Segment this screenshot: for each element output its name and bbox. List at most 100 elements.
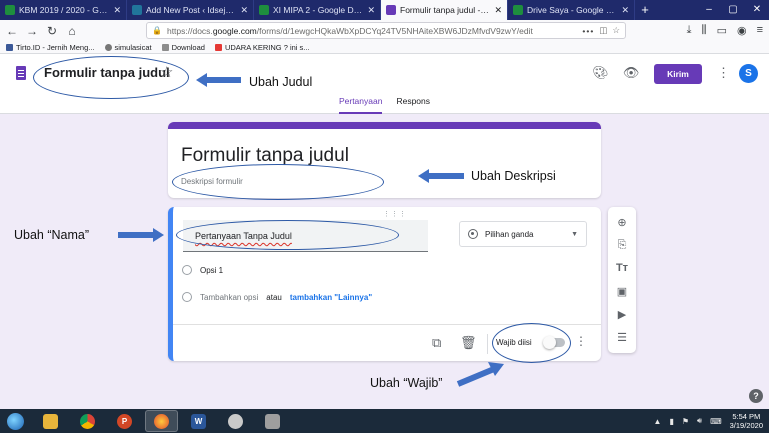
trash-icon[interactable]: 🗑︎ <box>460 335 477 351</box>
close-icon[interactable]: ✕ <box>494 5 502 16</box>
taskbar-firefox[interactable] <box>145 410 178 432</box>
close-icon[interactable]: ✕ <box>367 5 375 16</box>
question-type-dropdown[interactable]: Pilihan ganda ▼ <box>459 221 587 247</box>
keyboard-icon[interactable]: ⌨ <box>710 417 722 426</box>
caret-down-icon: ▼ <box>571 230 578 238</box>
download-icon[interactable]: ⤓ <box>687 24 692 37</box>
or-label: atau <box>266 292 282 302</box>
annotation-description: Ubah Deskripsi <box>471 169 556 183</box>
close-icon[interactable]: ✕ <box>621 5 629 16</box>
clock[interactable]: 5:54 PM 3/19/2020 <box>730 412 763 430</box>
tray-expand-icon[interactable]: ▲ <box>654 417 662 426</box>
account-icon[interactable]: ◉ <box>737 24 747 37</box>
menu-icon[interactable]: ≡ <box>757 24 763 37</box>
tab-title: Drive Saya - Google Drive <box>527 5 618 15</box>
browser-tab-strip: KBM 2019 / 2020 - Google Drive ✕ Add New… <box>0 0 769 20</box>
browser-tab-active[interactable]: Formulir tanpa judul - Google ✕ <box>381 0 508 20</box>
window-close-icon[interactable]: ✕ <box>745 0 769 20</box>
browser-tab[interactable]: KBM 2019 / 2020 - Google Drive ✕ <box>0 0 127 20</box>
flag-icon[interactable]: ⚑ <box>682 417 689 426</box>
browser-tab[interactable]: XI MIPA 2 - Google Drive ✕ <box>254 0 381 20</box>
bookmark-item[interactable]: UDARA KERING ? ini s... <box>214 42 310 52</box>
more-vert-icon[interactable]: ⋮ <box>717 65 730 81</box>
clock-time: 5:54 PM <box>732 412 761 421</box>
url-domain: google.com <box>212 25 257 36</box>
close-icon[interactable]: ✕ <box>113 5 121 16</box>
paint-icon <box>228 413 243 429</box>
globe-icon <box>104 43 112 51</box>
bookmarks-bar: Tirto.ID - Jernih Meng... simulasicat Do… <box>0 41 769 54</box>
minimize-icon[interactable]: – <box>697 0 721 20</box>
annotation-arrow-description <box>418 169 464 183</box>
tab-questions[interactable]: Pertanyaan <box>338 96 383 114</box>
network-icon[interactable]: ▮ <box>669 417 673 426</box>
annotation-arrow-title <box>196 73 241 87</box>
avatar[interactable]: S <box>739 64 758 83</box>
add-question-icon[interactable]: ⊕ <box>617 216 626 229</box>
taskbar-explorer[interactable] <box>34 410 67 432</box>
new-tab-button[interactable]: + <box>635 0 655 20</box>
back-icon[interactable]: ← <box>6 24 18 38</box>
url-prefix: https://docs. <box>166 25 213 36</box>
duplicate-icon[interactable]: ⧉ <box>432 335 441 351</box>
page-actions-icon[interactable]: ••• <box>582 26 594 36</box>
send-button[interactable]: Kirim <box>654 64 702 84</box>
bookmark-label: Download <box>171 42 205 52</box>
bookmark-item[interactable]: Tirto.ID - Jernih Meng... <box>6 43 95 52</box>
bookmark-label: simulasicat <box>114 42 152 52</box>
browser-tab[interactable]: Add New Post ‹ Idsejarah / Post ✕ <box>127 0 254 20</box>
option-label[interactable]: Opsi 1 <box>200 266 223 275</box>
annotation-arrow-name <box>118 228 164 242</box>
tab-title: XI MIPA 2 - Google Drive <box>273 5 364 15</box>
add-other-link[interactable]: tambahkan "Lainnya" <box>290 293 372 302</box>
home-icon[interactable]: ⌂ <box>66 24 78 38</box>
divider <box>487 334 488 354</box>
taskbar-chrome[interactable] <box>71 410 104 432</box>
browser-tab[interactable]: Drive Saya - Google Drive ✕ <box>508 0 635 20</box>
side-toolbar: ⊕ ⎘ Tт ▣ ▶ ☰ <box>608 207 636 353</box>
add-option-row: Tambahkan opsi atau tambahkan "Lainnya" <box>182 292 372 302</box>
annotation-title: Ubah Judul <box>249 75 313 89</box>
library-icon[interactable]: ⫼ <box>702 24 707 37</box>
annotation-ellipse-title <box>33 56 189 99</box>
drag-handle-icon[interactable]: ⋮⋮⋮ <box>383 210 407 218</box>
browser-toolbar: ← → ↻ ⌂ 🔒 https://docs.google.com/forms/… <box>0 20 769 41</box>
tab-title: Formulir tanpa judul - Google <box>400 5 490 15</box>
palette-icon[interactable]: 🎨︎ <box>592 65 609 81</box>
add-video-icon[interactable]: ▶ <box>618 308 626 321</box>
taskbar-powerpoint[interactable]: P <box>108 410 141 432</box>
add-option-link[interactable]: Tambahkan opsi <box>200 293 258 302</box>
annotation-ellipse-description <box>172 164 384 200</box>
radio-checked-icon <box>468 229 478 239</box>
taskbar-paint[interactable] <box>219 410 252 432</box>
preview-eye-icon[interactable]: 👁︎ <box>623 65 640 81</box>
arrow-shaft <box>118 232 154 238</box>
add-image-icon[interactable]: ▣ <box>617 285 627 298</box>
help-icon[interactable]: ? <box>749 389 763 403</box>
option-row: Opsi 1 <box>182 265 223 275</box>
forward-icon[interactable]: → <box>26 24 38 38</box>
tab-responses[interactable]: Respons <box>396 96 430 114</box>
add-title-icon[interactable]: Tт <box>616 262 628 274</box>
more-vert-icon[interactable]: ⋮ <box>575 334 587 348</box>
forms-logo-icon[interactable] <box>16 66 26 80</box>
taskbar-word[interactable]: W <box>182 410 215 432</box>
close-icon[interactable]: ✕ <box>240 5 248 16</box>
powerpoint-icon: P <box>117 413 132 429</box>
maximize-icon[interactable]: ▢ <box>721 0 745 20</box>
sidebar-icon[interactable]: ▭ <box>717 24 727 37</box>
start-button[interactable] <box>0 409 30 433</box>
add-section-icon[interactable]: ☰ <box>617 331 627 344</box>
taskbar-misc[interactable] <box>256 410 289 432</box>
bookmark-favicon <box>6 43 13 51</box>
reload-icon[interactable]: ↻ <box>46 24 58 38</box>
bookmark-item[interactable]: simulasicat <box>104 42 152 52</box>
bookmark-item[interactable]: Download <box>161 42 205 52</box>
import-questions-icon[interactable]: ⎘ <box>618 239 627 252</box>
bookmark-star-icon[interactable]: ☆ <box>612 25 620 36</box>
volume-icon[interactable]: 🔊︎ <box>697 416 702 426</box>
pocket-icon[interactable]: ◫ <box>599 25 607 36</box>
bookmark-label: UDARA KERING ? ini s... <box>224 42 310 52</box>
url-bar[interactable]: 🔒 https://docs.google.com/forms/d/1ewgcH… <box>146 22 626 39</box>
folder-icon <box>43 413 58 429</box>
